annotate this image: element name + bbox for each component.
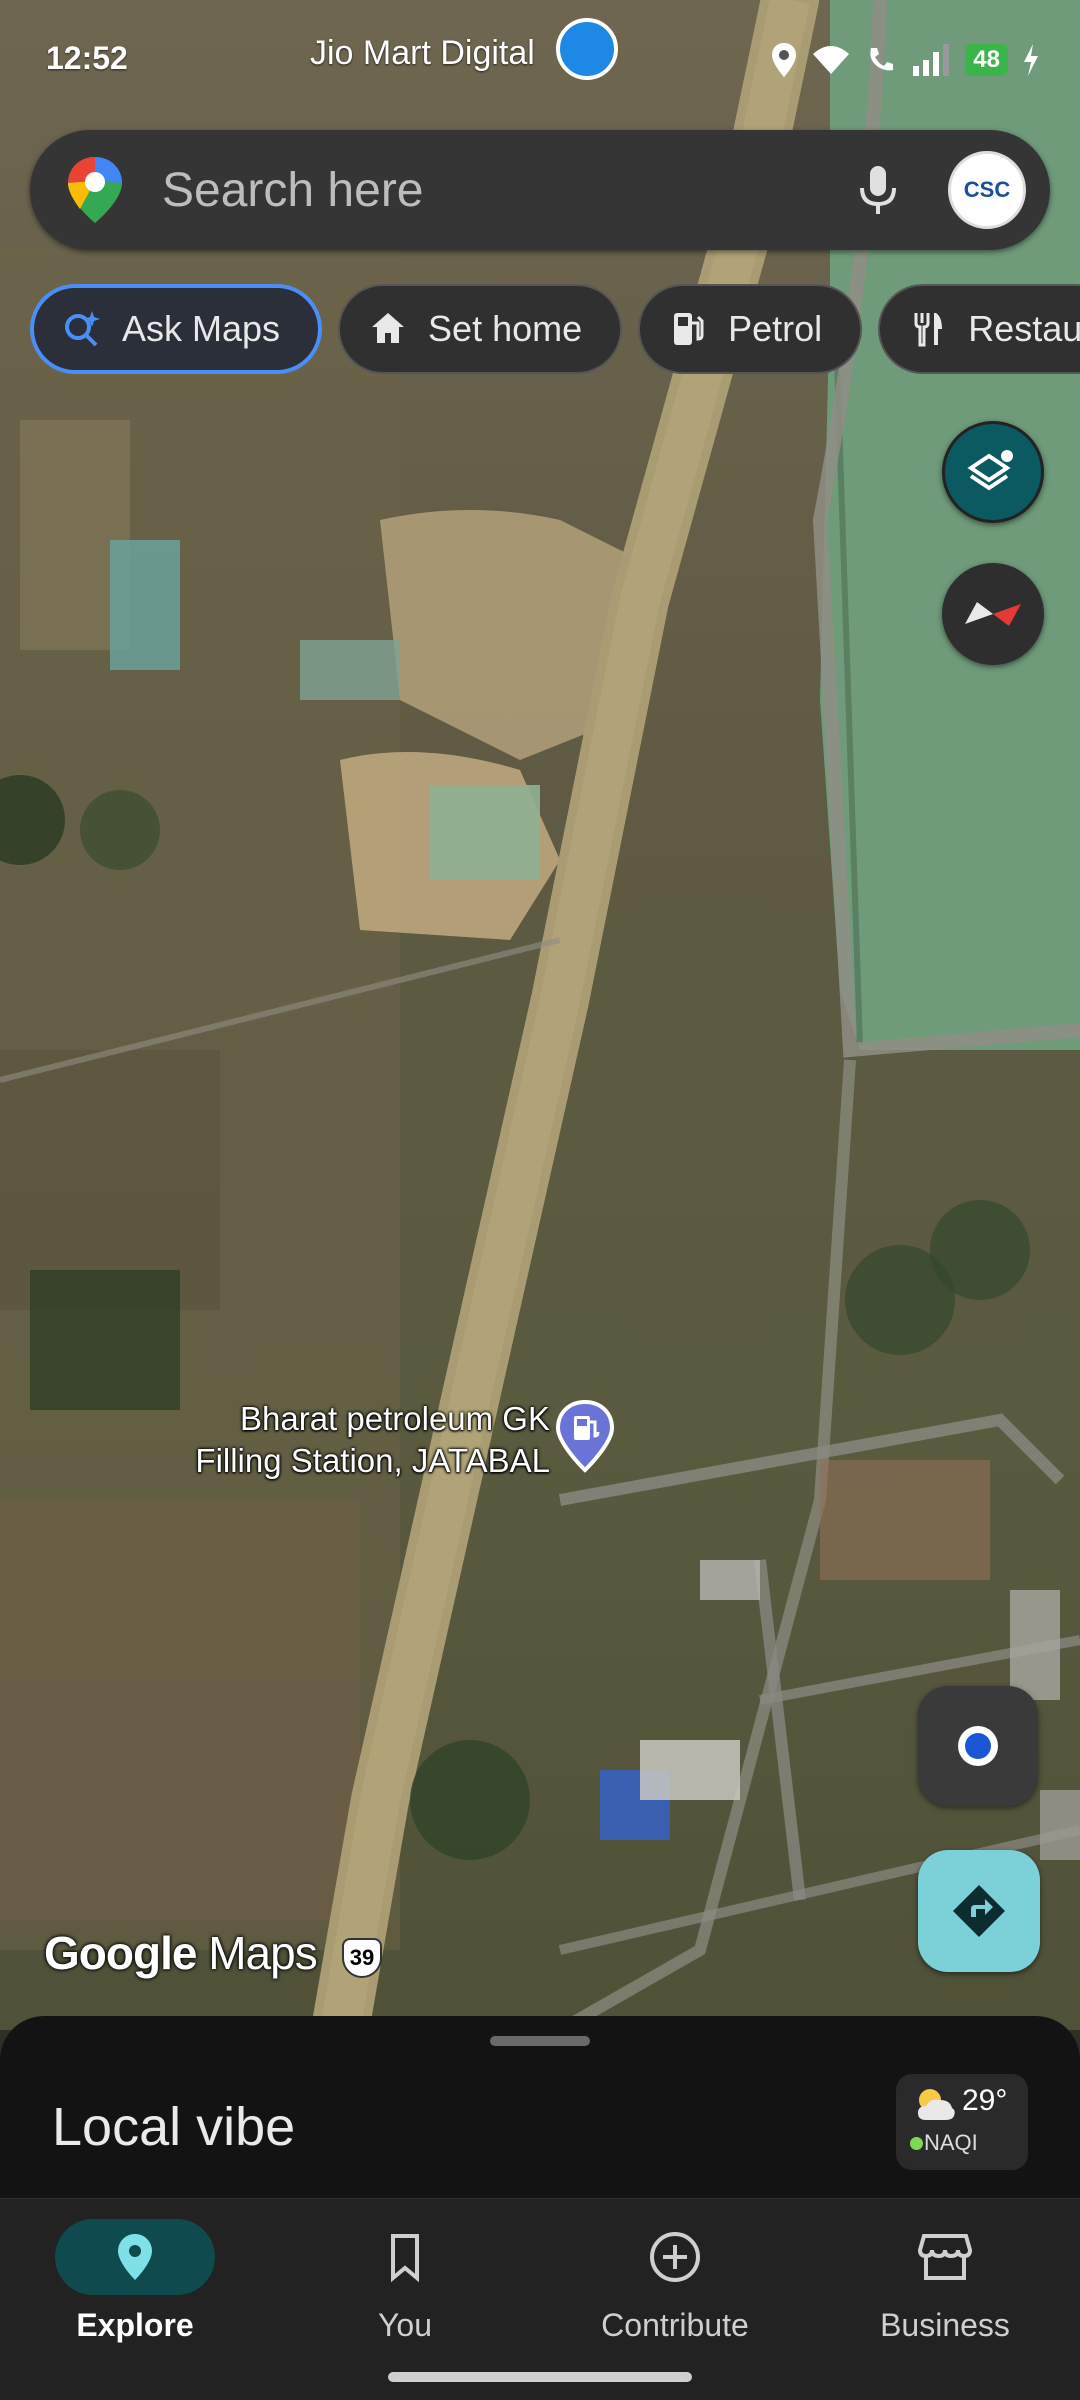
layers-button[interactable]	[942, 421, 1044, 523]
microphone-icon[interactable]	[848, 160, 908, 220]
nav-you-indicator	[325, 2219, 485, 2295]
compass-button[interactable]	[942, 563, 1044, 665]
home-icon	[372, 313, 405, 343]
call-icon	[870, 48, 894, 71]
petrol-label: Petrol	[728, 308, 823, 349]
weather-aqi: NAQI	[924, 2130, 978, 2155]
restaurants-label: Restau	[968, 308, 1080, 349]
location-status-icon	[772, 43, 797, 77]
weather-temperature: 29°	[962, 2084, 1008, 2117]
nav-contribute[interactable]: Contribute	[540, 2199, 810, 2359]
road-shield: 39	[342, 1938, 382, 1978]
nav-explore[interactable]: Explore	[0, 2199, 270, 2359]
nav-contribute-indicator	[595, 2219, 755, 2295]
set-home-chip[interactable]: Set home	[338, 284, 623, 374]
directions-button[interactable]	[918, 1850, 1040, 1972]
petrol-chip[interactable]: Petrol	[638, 284, 863, 374]
bottom-navigation: Explore You Contribute Business	[0, 2198, 1080, 2400]
layers-icon	[967, 450, 1013, 491]
compass-icon	[965, 602, 1021, 626]
place-label[interactable]: Bharat petroleum GK Filling Station, JAT…	[150, 1398, 550, 1482]
nav-you[interactable]: You	[270, 2199, 540, 2359]
signal-icon	[913, 44, 950, 76]
google-maps-pin-icon	[68, 157, 122, 223]
partly-sunny-icon	[918, 2089, 955, 2120]
avatar[interactable]: CSC	[948, 151, 1026, 229]
nav-business[interactable]: Business	[810, 2199, 1080, 2359]
fuel-icon	[674, 313, 704, 345]
weather-chip[interactable]: 29° NAQI	[896, 2074, 1028, 2170]
wifi-icon	[813, 46, 850, 74]
sheet-title: Local vibe	[52, 2097, 296, 2157]
notification-text: Jio Mart Digital	[310, 34, 535, 72]
watermark-maps: Maps	[208, 1927, 317, 1979]
gesture-bar[interactable]	[388, 2372, 692, 2382]
search-bar[interactable]: Search here CSC	[30, 130, 1050, 250]
restaurant-icon	[914, 313, 943, 347]
explore-pin-icon	[118, 2234, 152, 2280]
nav-explore-label: Explore	[76, 2307, 194, 2343]
status-time: 12:52	[46, 40, 128, 76]
set-home-label: Set home	[428, 308, 583, 349]
charging-icon	[1024, 44, 1038, 76]
category-chips: Ask Maps Set home Petrol Restau	[30, 284, 1080, 374]
notification-bag-icon	[556, 18, 618, 80]
bottom-sheet[interactable]: Local vibe 29° NAQI	[0, 2016, 1080, 2200]
google-maps-watermark: Google Maps	[44, 1926, 318, 1980]
status-bar: 12:52 Jio Mart Digital 48	[0, 0, 1080, 120]
nav-business-indicator	[865, 2219, 1025, 2295]
nav-explore-indicator	[55, 2219, 215, 2295]
nav-contribute-label: Contribute	[601, 2307, 749, 2343]
bookmark-icon	[391, 2234, 419, 2282]
battery-level: 48	[965, 44, 1008, 76]
directions-icon	[953, 1885, 1005, 1937]
ask-maps-icon	[65, 311, 100, 347]
place-label-line2: Filling Station, JATABAL	[195, 1442, 550, 1479]
place-label-line1: Bharat petroleum GK	[240, 1400, 550, 1437]
search-input[interactable]: Search here	[162, 163, 848, 218]
nav-you-label: You	[378, 2307, 432, 2343]
watermark-google: Google	[44, 1927, 197, 1979]
my-location-icon	[958, 1726, 998, 1766]
storefront-icon	[918, 2234, 972, 2280]
status-icons: 48	[771, 40, 1040, 80]
ask-maps-chip[interactable]: Ask Maps	[30, 284, 323, 374]
my-location-button[interactable]	[918, 1686, 1038, 1806]
gas-station-pin-icon[interactable]	[554, 1400, 616, 1474]
restaurants-chip[interactable]: Restau	[878, 284, 1080, 374]
aqi-status-dot	[910, 2137, 923, 2150]
sheet-drag-handle[interactable]	[490, 2036, 590, 2046]
nav-business-label: Business	[880, 2307, 1010, 2343]
add-circle-icon	[650, 2232, 700, 2282]
ask-maps-label: Ask Maps	[122, 308, 281, 349]
